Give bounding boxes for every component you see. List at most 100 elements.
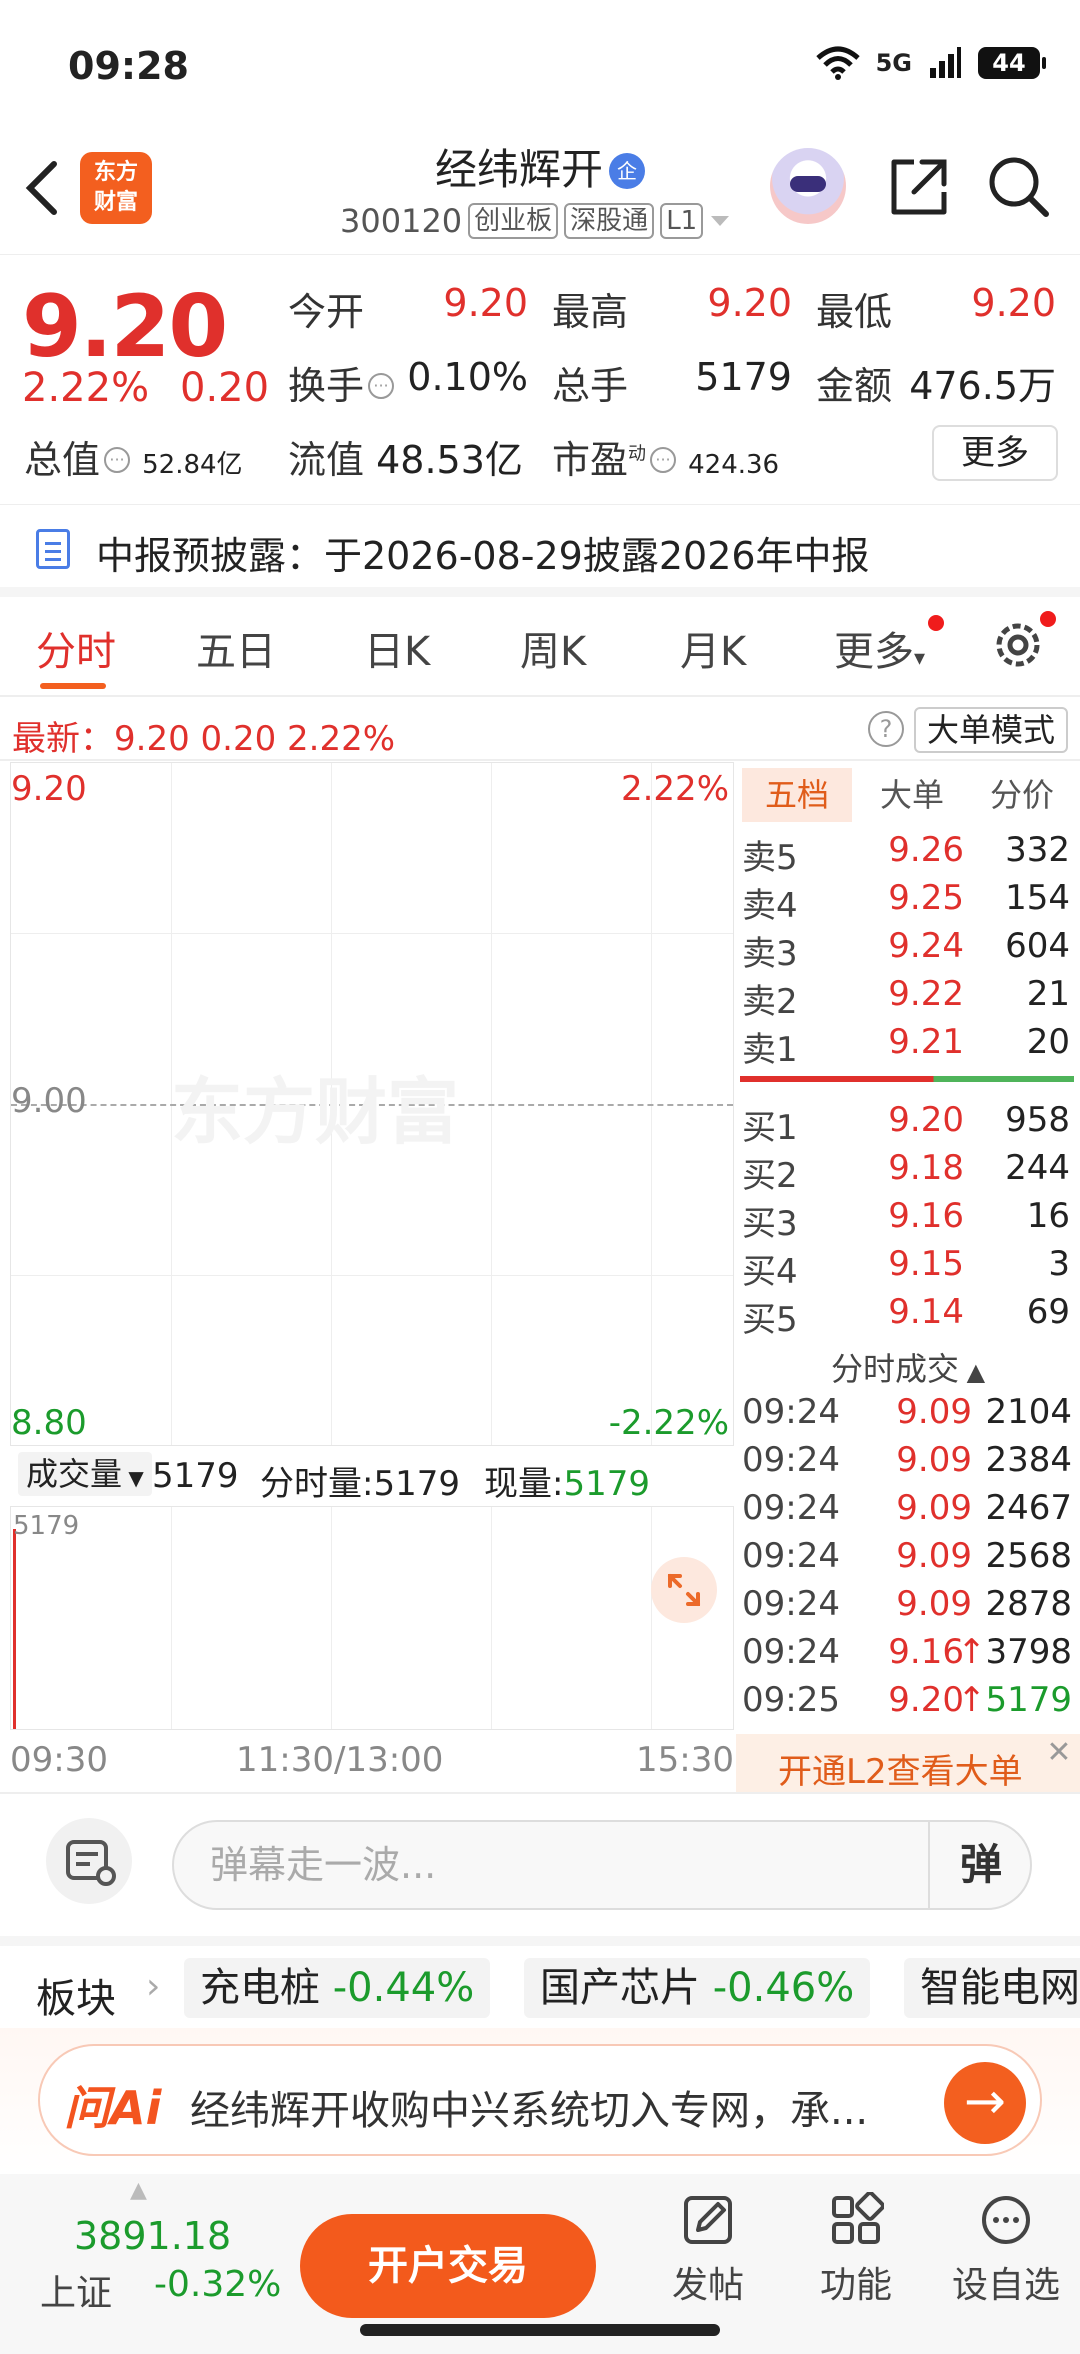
barrage-input[interactable]: 弹幕走一波... <box>172 1820 1032 1910</box>
market-cap-label: 总值 <box>24 438 101 482</box>
tick-time: 09:25 <box>742 1680 840 1720</box>
tick-price: 9.16 <box>888 1632 964 1672</box>
tick-price: 9.09 <box>896 1536 972 1576</box>
ask-volume: 20 <box>1026 1022 1070 1062</box>
tick-volume: 2568 <box>985 1536 1072 1576</box>
index-value[interactable]: 3891.18 <box>74 2214 231 2258</box>
tick-row: 09:24 9.09 2568 <box>736 1536 1076 1584</box>
index-change[interactable]: -0.32% <box>154 2264 281 2305</box>
search-button[interactable] <box>984 152 1054 222</box>
stock-name: 经纬辉开 <box>434 145 603 194</box>
bid-row-4: 买4 9.15 3 <box>736 1244 1074 1292</box>
sector-change: -0.46% <box>712 1965 855 2011</box>
volume-axis-max: 5179 <box>13 1511 80 1541</box>
app-logo[interactable]: 东方 财富 <box>80 152 152 224</box>
tab-more[interactable]: 更多▾ <box>834 619 925 677</box>
stock-code-row[interactable]: 300120 创业板 深股通 L1 <box>340 202 731 240</box>
sector-name: 智能电网 <box>920 1965 1080 2011</box>
amount-value: 476.5万 <box>909 364 1056 408</box>
sector-chip[interactable]: 充电桩 -0.44% <box>184 1958 491 2018</box>
ai-question-bar[interactable]: 问Ai 经纬辉开收购中兴系统切入专网，承... → <box>38 2044 1042 2156</box>
enterprise-badge: 企 <box>609 153 645 189</box>
wifi-icon <box>815 46 860 80</box>
back-button[interactable] <box>22 156 72 226</box>
last-price: 9.20 <box>22 277 228 377</box>
tab-price-distribution[interactable]: 分价 <box>970 768 1074 822</box>
tick-price: 9.09 <box>896 1584 972 1624</box>
barrage-settings-button[interactable] <box>46 1818 132 1904</box>
close-icon[interactable]: ✕ <box>1042 1738 1076 1772</box>
pe-ratio[interactable]: 市盈动 ··· 424.36 <box>552 429 779 484</box>
sector-chip[interactable]: 智能电网 <box>904 1958 1080 2018</box>
ask-row-2: 卖2 9.22 21 <box>736 974 1074 1022</box>
tick-row: 09:25 9.20 ↑ 5179 <box>736 1680 1076 1728</box>
info-icon: ··· <box>104 447 131 473</box>
edit-icon <box>684 2196 732 2244</box>
ai-suggestion-text: 经纬辉开收购中兴系统切入专网，承... <box>190 2088 869 2134</box>
indicator-select[interactable]: 成交量 ▼ <box>18 1452 152 1496</box>
ask-row-4: 卖4 9.25 154 <box>736 878 1074 926</box>
chevron-right-icon[interactable]: › <box>146 1966 160 2007</box>
intraday-chart[interactable]: 东方财富 9.20 2.22% 9.00 8.80 -2.22% <box>10 762 734 1446</box>
logo-text-bottom: 财富 <box>93 190 138 215</box>
ask-volume: 604 <box>1005 926 1070 966</box>
grid-line <box>331 1507 332 1729</box>
ai-go-button[interactable]: → <box>944 2062 1026 2144</box>
tab-more-label: 更多 <box>834 629 914 675</box>
bid-label: 买2 <box>742 1156 798 1196</box>
sector-name: 国产芯片 <box>540 1965 700 2011</box>
tab-intraday[interactable]: 分时 <box>36 619 116 677</box>
market-cap[interactable]: 总值 ··· 52.84亿 <box>24 429 243 484</box>
tab-five-day[interactable]: 五日 <box>196 619 276 677</box>
tab-daily-k[interactable]: 日K <box>364 619 430 677</box>
signal-icon <box>930 47 961 78</box>
robot-assistant-icon[interactable] <box>770 148 846 224</box>
tick-time: 09:24 <box>742 1440 840 1480</box>
nav-watchlist[interactable]: 设自选 <box>946 2192 1066 2308</box>
low-value: 9.20 <box>971 281 1056 325</box>
sector-label[interactable]: 板块 <box>36 1966 116 2024</box>
barrage-send-button[interactable]: 弹 <box>928 1820 1032 1910</box>
tab-monthly-k[interactable]: 月K <box>680 619 746 677</box>
grid-line <box>651 1507 652 1729</box>
barrage-settings-icon <box>66 1840 116 1886</box>
notification-dot <box>928 615 944 631</box>
order-book-tabs: 五档 大单 分价 <box>736 762 1080 826</box>
open-account-trade-button[interactable]: 开户交易 <box>300 2214 596 2318</box>
turnover-label[interactable]: 换手 ··· <box>288 355 395 410</box>
ask-label: 卖1 <box>742 1030 798 1070</box>
index-name[interactable]: 上证 <box>40 2264 112 2316</box>
chart-settings-button[interactable] <box>990 617 1046 673</box>
l2-upsell-bar[interactable]: 开通L2查看大单 ✕ <box>736 1734 1080 1792</box>
ask-label: 卖5 <box>742 838 798 878</box>
time-label-end: 15:30 <box>636 1740 734 1780</box>
tab-five-levels[interactable]: 五档 <box>742 768 852 822</box>
tick-time: 09:24 <box>742 1488 840 1528</box>
header: 经纬辉开企 东方 财富 300120 创业板 深股通 L1 <box>0 130 1080 255</box>
notification-dot <box>1040 611 1056 627</box>
tab-weekly-k[interactable]: 周K <box>520 619 586 677</box>
sector-chip[interactable]: 国产芯片 -0.46% <box>524 1958 871 2018</box>
ask-label: 卖3 <box>742 934 798 974</box>
indicator-select-label: 成交量 <box>26 1455 123 1493</box>
bottom-nav: ▲ 3891.18 上证 -0.32% 开户交易 发帖 功能 设自选 <box>0 2174 1080 2354</box>
big-order-mode-button[interactable]: 大单模式 <box>914 707 1068 753</box>
tick-volume: 2878 <box>985 1584 1072 1624</box>
high-label: 最高 <box>552 290 629 334</box>
nav-functions[interactable]: 功能 <box>796 2192 916 2308</box>
pe-dynamic-mark: 动 <box>628 443 647 465</box>
tab-big-orders[interactable]: 大单 <box>860 768 964 822</box>
report-notice[interactable]: 中报预披露：于2026-08-29披露2026年中报 <box>0 505 1080 597</box>
share-button[interactable] <box>884 152 954 222</box>
time-label-mid: 11:30/13:00 <box>236 1740 444 1780</box>
help-icon[interactable]: ? <box>868 711 904 747</box>
tick-row: 09:24 9.16 ↑ 3798 <box>736 1632 1076 1680</box>
more-quote-button[interactable]: 更多 <box>932 425 1058 481</box>
bid-label: 买1 <box>742 1108 798 1148</box>
pe-value: 424.36 <box>688 450 780 480</box>
bid-volume: 3 <box>1048 1244 1070 1284</box>
ticks-header[interactable]: 分时成交 ▲ <box>736 1344 1080 1394</box>
volume-chart[interactable]: 5179 <box>10 1506 734 1730</box>
nav-post[interactable]: 发帖 <box>648 2192 768 2308</box>
expand-chart-button[interactable] <box>651 1557 717 1623</box>
